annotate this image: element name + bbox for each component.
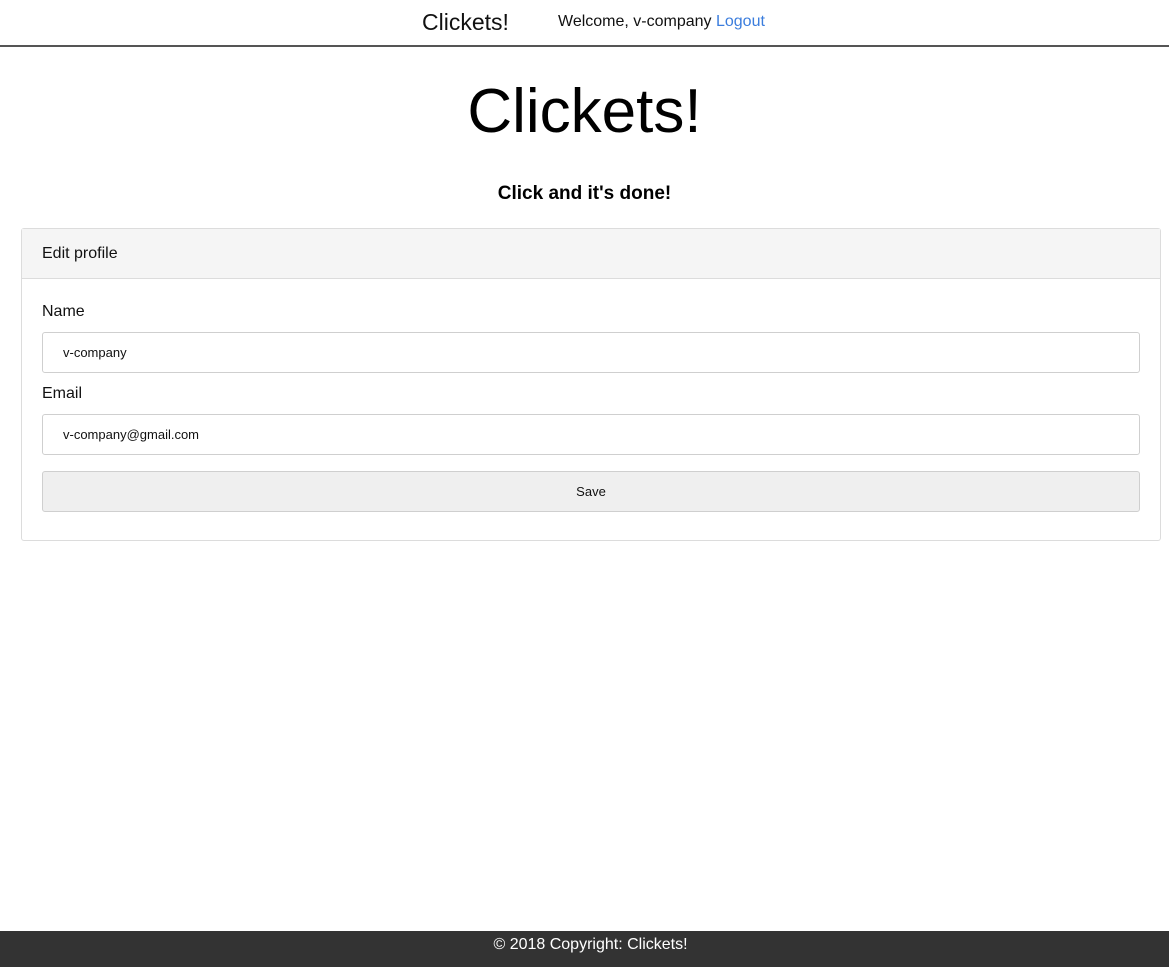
email-label: Email xyxy=(42,385,83,402)
welcome-text: Welcome, v-company xyxy=(558,13,712,30)
save-button[interactable]: Save xyxy=(42,471,1140,512)
card-title: Edit profile xyxy=(42,245,118,262)
tagline: Click and it's done! xyxy=(497,183,672,204)
page-title: Clickets! xyxy=(467,77,702,146)
footer: © 2018 Copyright: Clickets! xyxy=(0,931,1169,967)
name-label: Name xyxy=(42,303,85,320)
name-input[interactable] xyxy=(42,332,1140,373)
welcome-message: Welcome, v-company Logout xyxy=(558,12,765,32)
edit-profile-card: Edit profile Name Email Save xyxy=(21,228,1161,541)
navbar: Clickets! Welcome, v-company Logout xyxy=(0,0,1169,47)
logout-link[interactable]: Logout xyxy=(716,13,765,30)
footer-copyright: © 2018 Copyright: Clickets! xyxy=(493,936,688,953)
email-input[interactable] xyxy=(42,414,1140,455)
navbar-brand[interactable]: Clickets! xyxy=(422,8,509,36)
card-header: Edit profile xyxy=(22,229,1160,279)
